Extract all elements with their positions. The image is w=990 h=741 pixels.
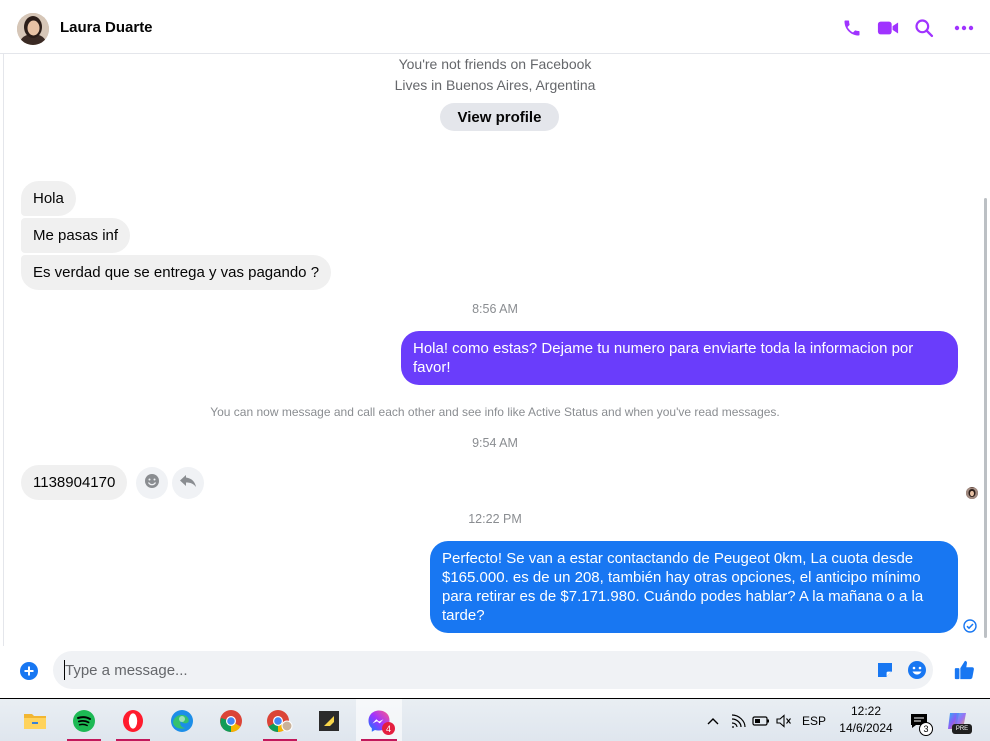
text-caret	[64, 660, 65, 680]
seen-avatar-icon	[966, 487, 978, 499]
system-clock[interactable]: 12:22 14/6/2024	[830, 703, 902, 737]
chevron-up-icon[interactable]	[702, 699, 724, 741]
system-note: You can now message and call each other …	[210, 405, 780, 419]
lives-in-note: Lives in Buenos Aires, Argentina	[394, 77, 596, 93]
thumbs-up-icon[interactable]	[953, 659, 975, 681]
chat-scrollbar[interactable]	[984, 198, 987, 638]
messenger-taskbar-icon[interactable]: 4	[356, 699, 402, 741]
outgoing-message[interactable]: Hola! como estas? Dejame tu numero para …	[401, 331, 958, 385]
chrome-icon[interactable]	[209, 699, 253, 741]
clock-date: 14/6/2024	[839, 721, 893, 735]
notifications-count-badge: 3	[919, 722, 933, 736]
windows-taskbar: 4 ESP 12:22 14/6/2024 3 PRE	[0, 698, 990, 741]
incoming-message[interactable]: Hola	[21, 181, 76, 216]
spotify-icon[interactable]	[62, 699, 106, 741]
language-indicator[interactable]: ESP	[800, 699, 828, 741]
volume-muted-icon[interactable]	[774, 699, 794, 741]
panel-divider	[3, 54, 4, 646]
incoming-message[interactable]: Es verdad que se entrega y vas pagando ?	[21, 255, 332, 290]
notifications-icon[interactable]: 3	[905, 699, 933, 741]
incoming-message[interactable]: Me pasas inf	[21, 218, 131, 253]
emoji-icon[interactable]	[907, 660, 927, 680]
contact-name[interactable]: Laura Duarte	[60, 19, 153, 36]
file-explorer-icon[interactable]	[13, 699, 57, 741]
chrome-profile-icon[interactable]	[258, 699, 302, 741]
search-icon[interactable]	[913, 17, 935, 39]
add-attachment-icon[interactable]	[19, 661, 39, 681]
reply-button[interactable]	[172, 467, 204, 499]
view-profile-button[interactable]: View profile	[440, 103, 559, 131]
wifi-icon[interactable]	[728, 699, 748, 741]
chat-header: Laura Duarte	[0, 0, 990, 54]
contact-avatar[interactable]	[17, 13, 49, 45]
video-call-icon[interactable]	[877, 17, 899, 39]
opera-icon[interactable]	[111, 699, 155, 741]
sent-check-icon	[963, 619, 977, 633]
preview-badge: PRE	[952, 724, 972, 734]
clock-time: 12:22	[850, 704, 882, 718]
incoming-message[interactable]: 1138904170	[21, 465, 128, 500]
message-input[interactable]	[53, 651, 933, 689]
edge-icon[interactable]	[160, 699, 204, 741]
message-composer	[0, 646, 990, 698]
not-friends-note: You're not friends on Facebook	[398, 56, 592, 72]
timestamp: 12:22 PM	[468, 512, 522, 526]
more-options-icon[interactable]	[953, 17, 975, 39]
battery-icon[interactable]	[751, 699, 771, 741]
phone-call-icon[interactable]	[841, 17, 863, 39]
reply-arrow-icon	[179, 474, 197, 493]
outgoing-message[interactable]: Perfecto! Se van a estar contactando de …	[430, 541, 958, 633]
sticky-notes-icon[interactable]	[307, 699, 351, 741]
timestamp: 8:56 AM	[472, 302, 518, 316]
timestamp: 9:54 AM	[472, 436, 518, 450]
react-button[interactable]	[136, 467, 168, 499]
smiley-icon	[144, 473, 160, 494]
copilot-icon[interactable]: PRE	[942, 699, 972, 741]
messenger-unread-badge: 4	[382, 722, 395, 735]
sticker-icon[interactable]	[875, 660, 895, 680]
